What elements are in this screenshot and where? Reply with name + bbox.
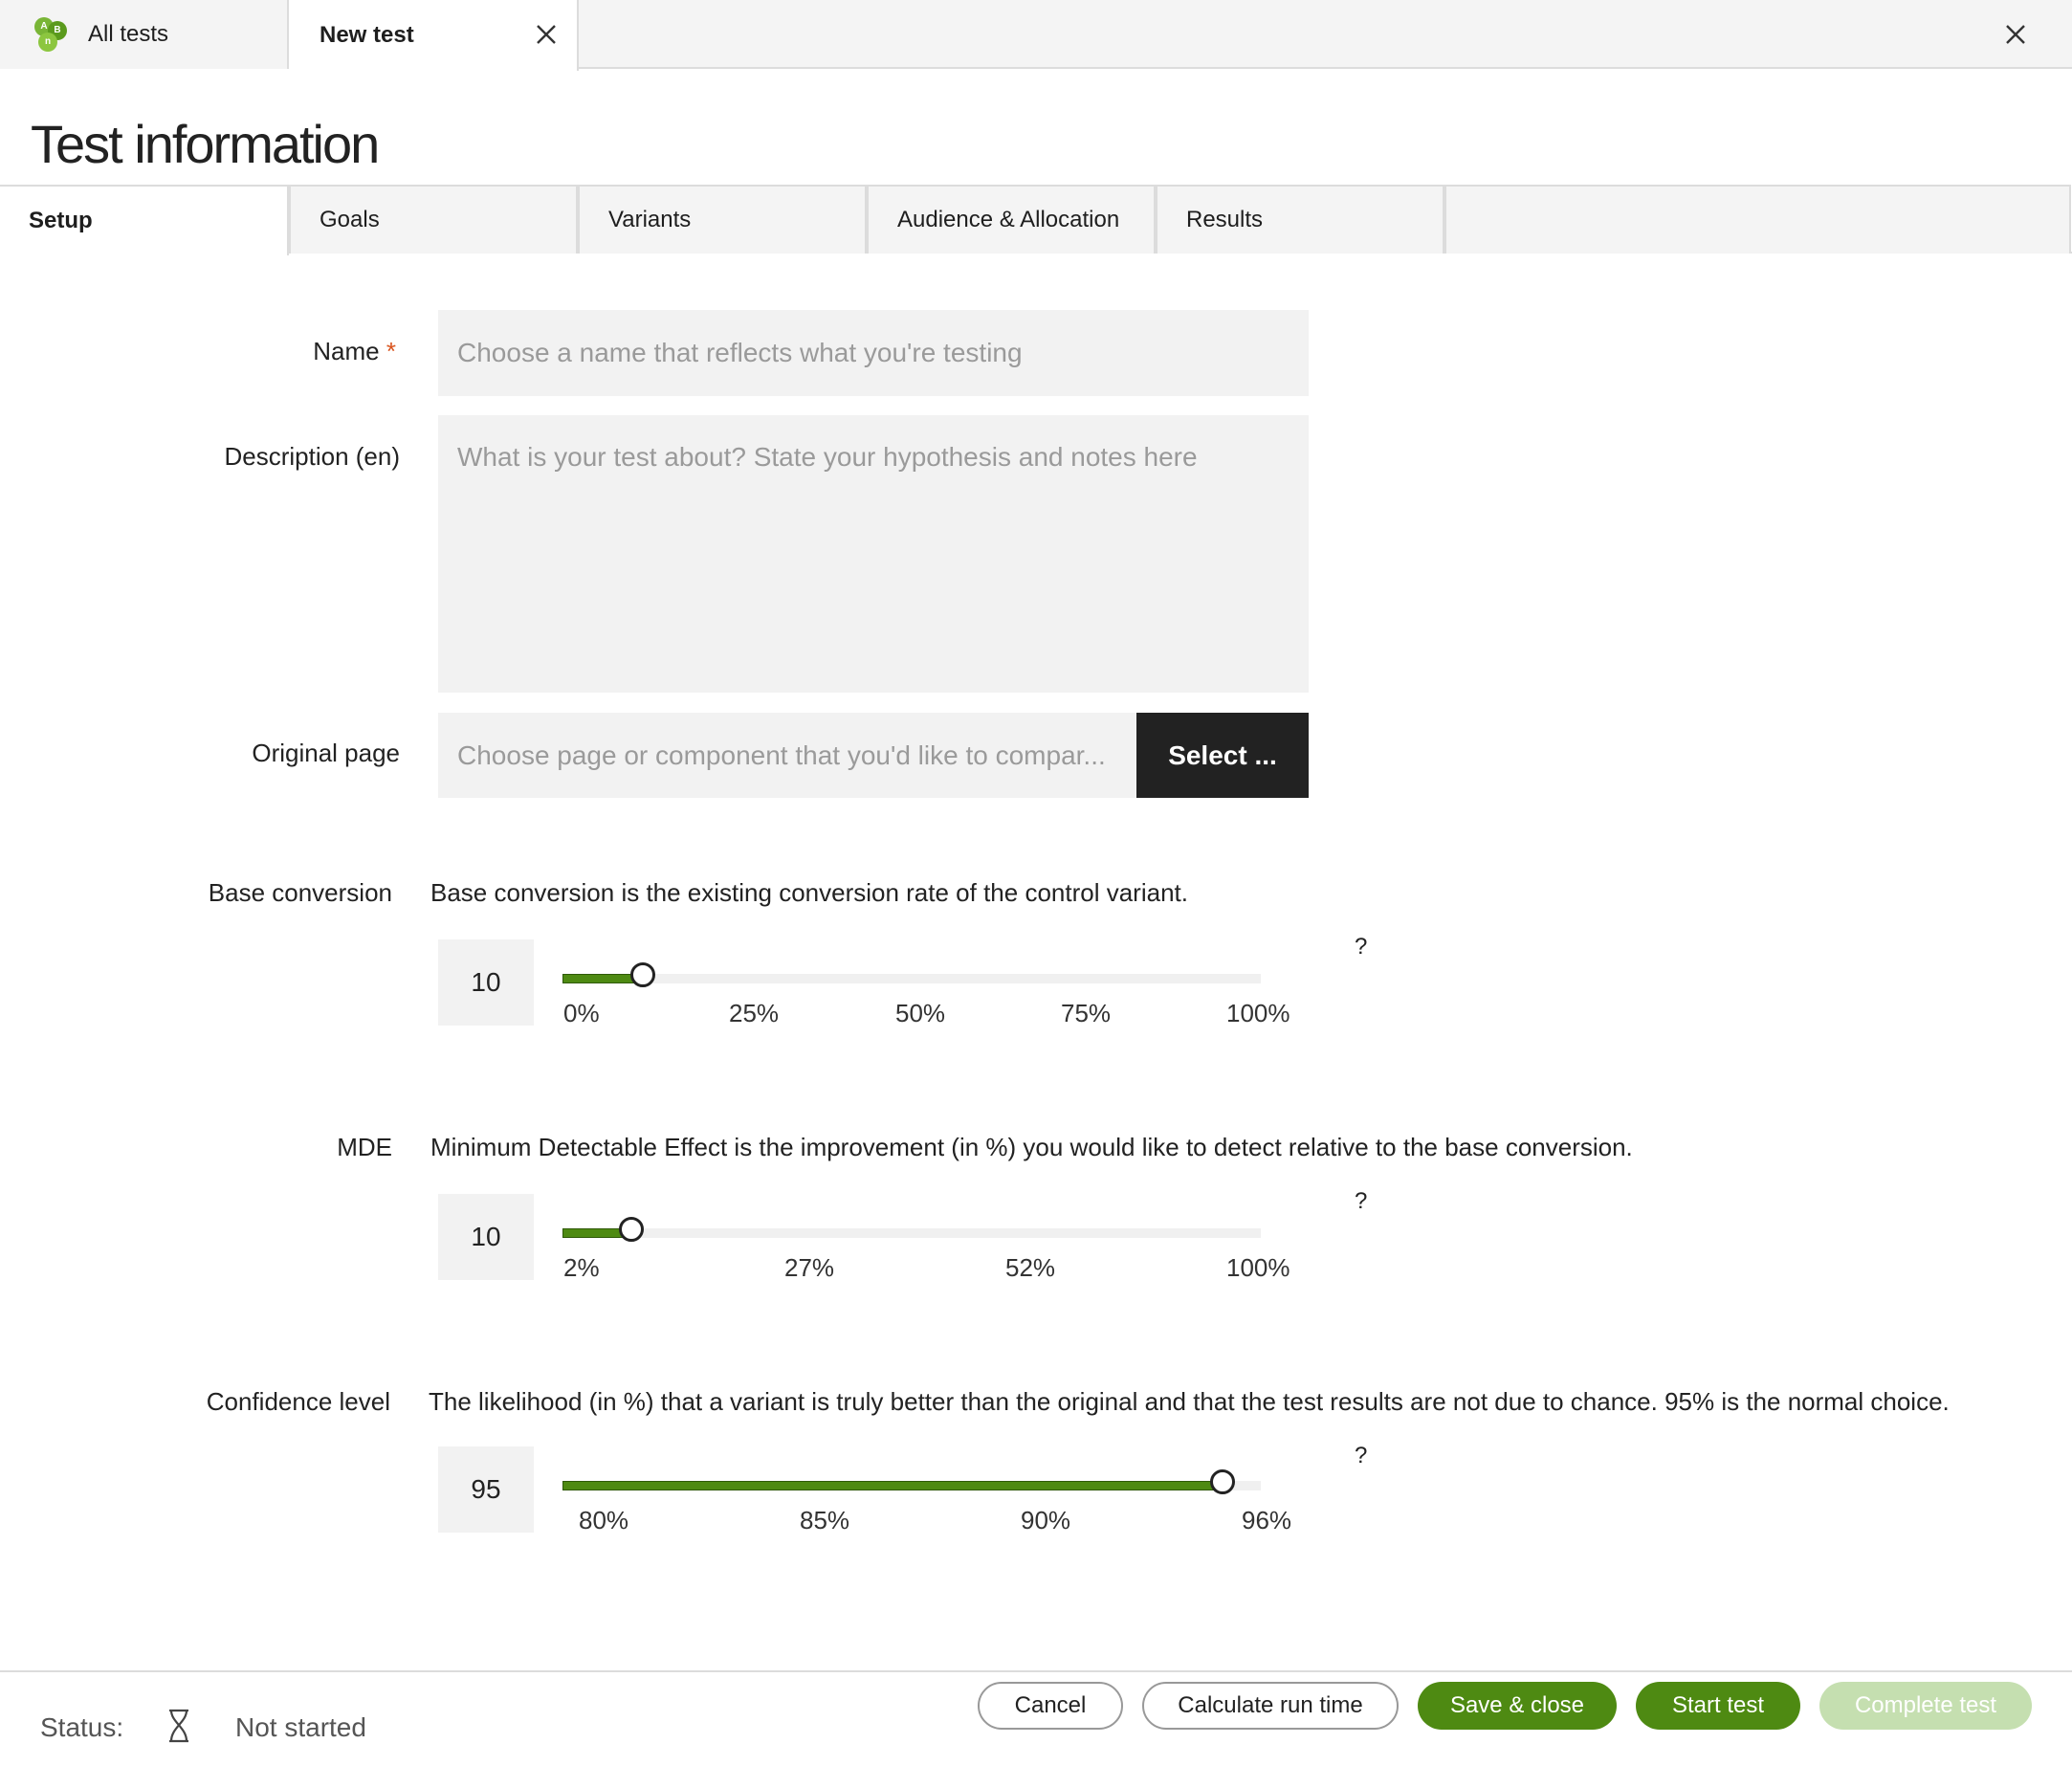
slider-tick: 80%	[579, 1506, 629, 1534]
save-close-button[interactable]: Save & close	[1418, 1682, 1617, 1730]
slider-tick: 2%	[563, 1253, 600, 1282]
close-tab-icon[interactable]	[533, 21, 560, 48]
name-input[interactable]: Choose a name that reflects what you're …	[438, 310, 1309, 396]
mde-slider-thumb[interactable]	[619, 1217, 644, 1242]
name-input-placeholder: Choose a name that reflects what you're …	[457, 338, 1023, 367]
description-label: Description (en)	[224, 442, 400, 471]
calculate-run-time-button[interactable]: Calculate run time	[1142, 1682, 1399, 1730]
slider-tick: 75%	[1061, 999, 1112, 1027]
mde-help-icon[interactable]: ?	[1355, 1188, 1367, 1215]
slider-tick: 100%	[1226, 999, 1290, 1027]
tab-all-tests[interactable]: A B n All tests	[0, 0, 289, 69]
cancel-button[interactable]: Cancel	[978, 1682, 1123, 1730]
tab-new-test[interactable]: New test	[289, 0, 579, 71]
start-test-button[interactable]: Start test	[1636, 1682, 1800, 1730]
confidence-slider[interactable]	[562, 1469, 1261, 1494]
status-label: Status:	[40, 1712, 124, 1742]
description-placeholder: What is your test about? State your hypo…	[457, 442, 1198, 472]
mde-slider[interactable]	[562, 1217, 1261, 1242]
top-tab-bar: A B n All tests New test	[0, 0, 2072, 71]
confidence-level-help: The likelihood (in %) that a variant is …	[429, 1387, 1950, 1416]
tab-strip-filler	[1444, 185, 2071, 254]
original-page-label: Original page	[252, 739, 400, 767]
slider-tick: 96%	[1242, 1506, 1292, 1534]
base-conversion-help-icon[interactable]: ?	[1355, 934, 1367, 960]
slider-tick: 52%	[1005, 1253, 1056, 1282]
complete-test-button[interactable]: Complete test	[1819, 1682, 2032, 1730]
confidence-value-input[interactable]: 95	[438, 1446, 534, 1533]
description-textarea[interactable]: What is your test about? State your hypo…	[438, 415, 1309, 693]
tab-all-tests-label: All tests	[88, 21, 169, 47]
tab-results[interactable]: Results	[1156, 185, 1444, 254]
confidence-slider-thumb[interactable]	[1210, 1469, 1235, 1494]
mde-label: MDE	[337, 1133, 392, 1161]
slider-tick: 25%	[729, 999, 780, 1027]
ab-test-logo-icon: A B n	[33, 15, 71, 54]
tab-goals[interactable]: Goals	[289, 185, 578, 254]
mde-help: Minimum Detectable Effect is the improve…	[430, 1133, 1633, 1161]
base-conversion-help: Base conversion is the existing conversi…	[430, 878, 1188, 907]
slider-tick: 27%	[784, 1253, 835, 1282]
tab-new-test-label: New test	[320, 22, 414, 48]
base-conversion-value-input[interactable]: 10	[438, 939, 534, 1026]
confidence-help-icon[interactable]: ?	[1355, 1443, 1367, 1469]
close-window-icon[interactable]	[2001, 20, 2030, 49]
tab-variants[interactable]: Variants	[578, 185, 867, 254]
slider-tick: 85%	[800, 1506, 850, 1534]
name-label: Name *	[313, 337, 396, 365]
confidence-slider-fill	[562, 1481, 1223, 1490]
slider-tick: 100%	[1226, 1253, 1290, 1282]
base-conversion-slider[interactable]	[562, 962, 1261, 987]
tab-audience-allocation[interactable]: Audience & Allocation	[867, 185, 1156, 254]
original-page-placeholder: Choose page or component that you'd like…	[457, 740, 1106, 770]
tab-setup[interactable]: Setup	[0, 185, 289, 255]
base-conversion-label: Base conversion	[208, 878, 392, 907]
select-page-button[interactable]: Select ...	[1136, 713, 1309, 798]
slider-tick: 0%	[563, 999, 600, 1027]
status-value: Not started	[235, 1712, 366, 1742]
base-conversion-slider-thumb[interactable]	[630, 962, 655, 987]
hourglass-icon	[169, 1709, 188, 1743]
section-tabs: Setup Goals Variants Audience & Allocati…	[0, 185, 2072, 255]
required-marker: *	[386, 337, 396, 365]
slider-tick: 90%	[1021, 1506, 1071, 1534]
mde-value-input[interactable]: 10	[438, 1194, 534, 1280]
confidence-level-label: Confidence level	[206, 1387, 390, 1416]
page-title: Test information	[31, 114, 380, 174]
slider-tick: 50%	[895, 999, 946, 1027]
original-page-input[interactable]: Choose page or component that you'd like…	[438, 713, 1136, 798]
